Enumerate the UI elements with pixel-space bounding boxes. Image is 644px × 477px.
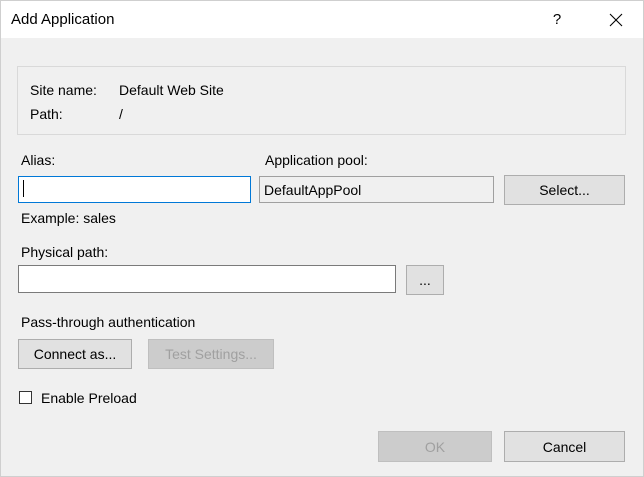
add-application-dialog: Add Application ? Site name: Default Web… (0, 0, 644, 477)
site-info-panel: Site name: Default Web Site Path: / (17, 66, 626, 135)
enable-preload-label: Enable Preload (41, 390, 137, 406)
connect-as-button[interactable]: Connect as... (18, 339, 132, 369)
close-button[interactable] (595, 1, 637, 38)
physical-path-label: Physical path: (21, 244, 109, 260)
application-pool-value: DefaultAppPool (264, 181, 362, 198)
pass-through-auth-label: Pass-through authentication (21, 314, 196, 330)
path-value: / (119, 106, 123, 122)
application-pool-label: Application pool: (265, 152, 368, 168)
path-label: Path: (30, 106, 63, 122)
close-icon (609, 13, 623, 26)
application-pool-field: DefaultAppPool (259, 176, 494, 203)
select-app-pool-button[interactable]: Select... (504, 175, 625, 205)
alias-input[interactable] (18, 176, 251, 203)
alias-example: Example: sales (21, 210, 116, 226)
alias-label: Alias: (21, 152, 56, 168)
title-bar: Add Application ? (1, 1, 643, 38)
enable-preload-checkbox[interactable] (19, 391, 32, 404)
ok-button[interactable]: OK (378, 431, 492, 462)
text-caret (23, 180, 24, 197)
physical-path-input[interactable] (18, 265, 396, 293)
site-name-label: Site name: (30, 82, 97, 98)
help-icon: ? (552, 11, 562, 28)
cancel-button[interactable]: Cancel (504, 431, 625, 462)
help-button[interactable]: ? (539, 1, 575, 38)
browse-path-button[interactable]: ... (406, 265, 444, 295)
site-name-value: Default Web Site (119, 82, 224, 98)
dialog-title: Add Application (11, 11, 115, 28)
test-settings-button[interactable]: Test Settings... (148, 339, 274, 369)
